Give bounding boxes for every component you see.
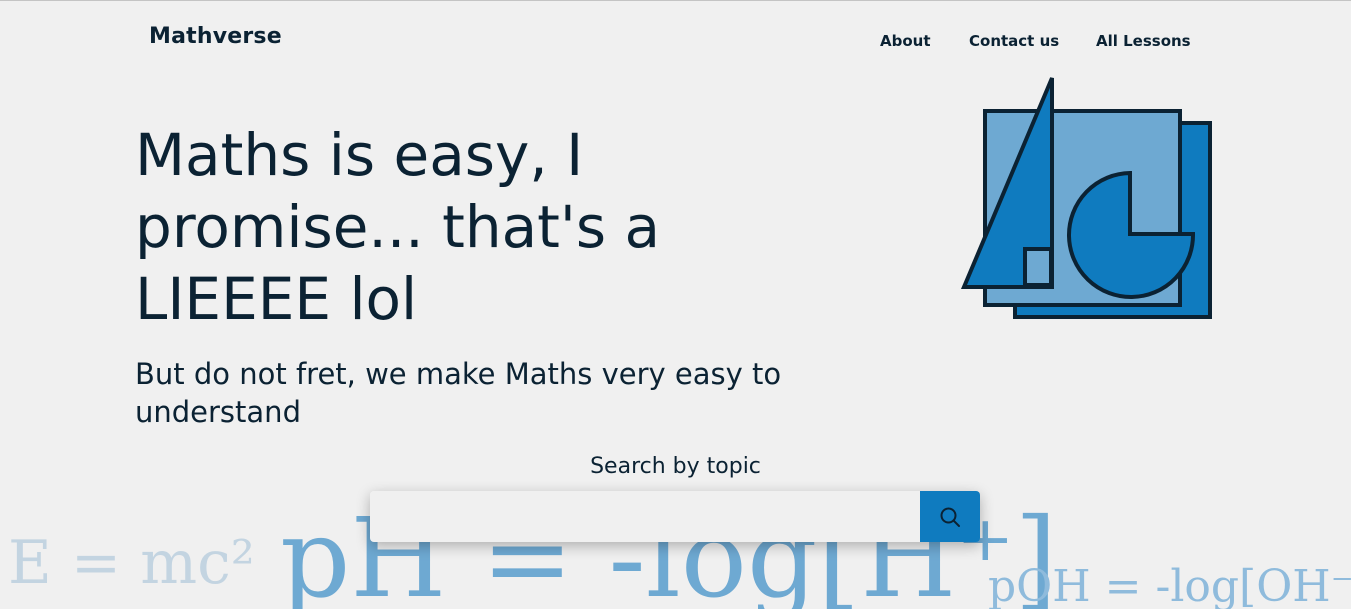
hero-title: Maths is easy, I promise... that's a LIE… [135, 121, 661, 333]
geometry-shapes-icon [960, 77, 1212, 319]
nav-link-all-lessons[interactable]: All Lessons [1096, 32, 1191, 50]
formula-emc2: E = mc² [8, 528, 255, 598]
search-button[interactable] [920, 491, 980, 542]
nav-link-about[interactable]: About [880, 32, 931, 50]
search-label: Search by topic [590, 454, 761, 479]
search-bar [370, 491, 980, 542]
search-icon [940, 507, 960, 527]
search-input[interactable] [370, 491, 920, 542]
formula-poh: pOH = -log[OH⁻] [988, 561, 1351, 609]
hero-subtitle: But do not fret, we make Maths very easy… [135, 357, 782, 429]
nav-link-contact[interactable]: Contact us [969, 32, 1059, 50]
brand-logo[interactable]: Mathverse [149, 24, 282, 49]
